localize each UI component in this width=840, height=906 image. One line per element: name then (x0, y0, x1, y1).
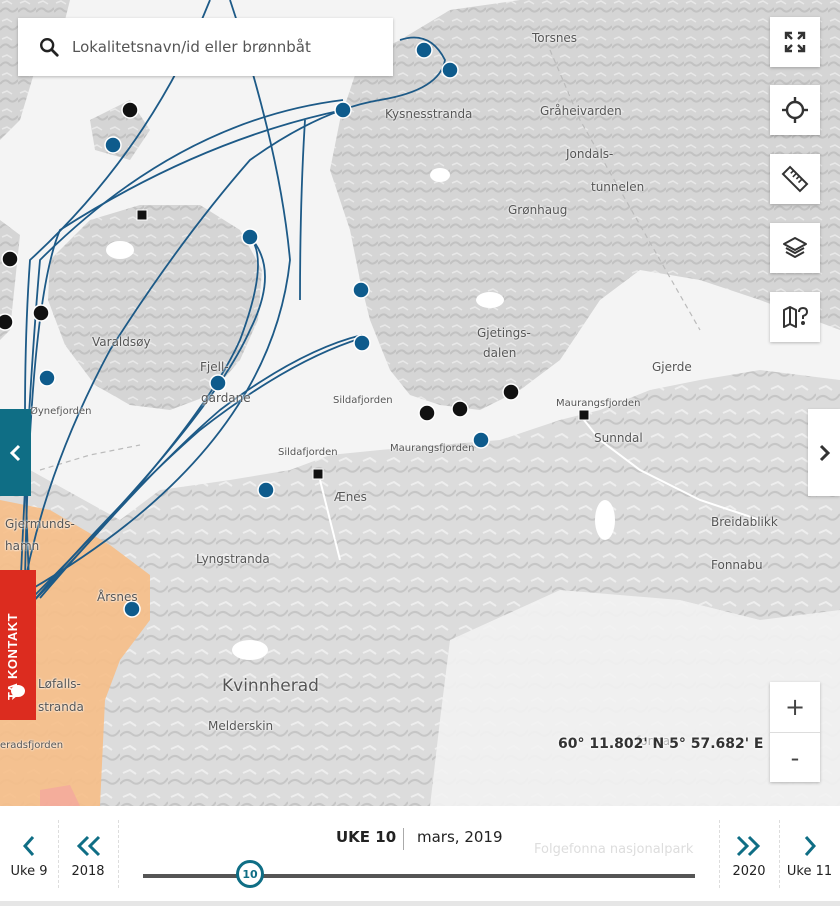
label-aenes: Ænes (334, 490, 367, 504)
prev-year-button[interactable]: 2018 (58, 834, 118, 879)
chevron-left-icon (9, 444, 20, 461)
contact-tab[interactable]: TA KONTAKT (0, 570, 36, 720)
label-varaldsoy: Varaldsøy (92, 335, 151, 349)
label-gjerde: Gjerde (652, 360, 692, 374)
label-lofalls: Løfalls- (38, 677, 81, 691)
label-maurangsfjorden-2: Maurangsfjorden (390, 443, 475, 454)
label-graheivarden: Gråheivarden (540, 104, 622, 118)
label-melderskin: Melderskin (208, 719, 274, 733)
label-kysnesstranda: Kysnesstranda (385, 107, 473, 121)
label-gjermunds: Gjermunds- (5, 517, 75, 531)
chevron-right-icon (804, 836, 816, 856)
current-month: mars, 2019 (417, 828, 503, 846)
prev-week-button[interactable]: Uke 9 (0, 834, 58, 879)
chevron-right-icon (819, 444, 831, 461)
label-gronhaug: Grønhaug (508, 203, 568, 217)
label-sildafjorden-2: Sildafjorden (278, 447, 338, 458)
current-week: UKE 10 (336, 828, 397, 846)
chat-bubble-icon (11, 685, 25, 700)
layers-button[interactable] (770, 223, 820, 273)
chevron-left-icon (22, 836, 35, 856)
fullscreen-button[interactable] (770, 17, 820, 67)
label-gardane: gardane (201, 391, 251, 405)
label-stranda: stranda (38, 700, 84, 714)
next-year-button[interactable]: 2020 (719, 834, 779, 879)
week-slider-thumb[interactable]: 10 (236, 860, 264, 888)
label-eradsfjorden: eradsfjorden (0, 740, 64, 751)
zoom-out-button[interactable]: - (770, 733, 820, 783)
label-arsnes: Årsnes (97, 590, 138, 604)
search-bar[interactable] (18, 18, 393, 76)
label-hamn: hamn (5, 539, 40, 553)
cursor-coordinates: 60° 11.802' N 5° 57.682' E (558, 736, 764, 752)
label-gjetings: Gjetings- (477, 326, 531, 340)
search-icon (40, 38, 59, 57)
crosshair-icon (782, 97, 808, 123)
next-year-label: 2020 (732, 864, 766, 879)
ruler-icon (781, 165, 809, 193)
label-breidablikk: Breidablikk (711, 515, 778, 529)
label-dalen: dalen (483, 346, 517, 360)
label-folgefonna: Folgefonna nasjonalpark (534, 842, 694, 857)
label-maurangsfjorden-1: Maurangsfjorden (556, 398, 641, 409)
label-torsnes: Torsnes (532, 31, 578, 45)
label-fonnabu: Fonnabu (711, 558, 763, 572)
locate-button[interactable] (770, 85, 820, 135)
timeline-bar: Uke 9 2018 UKE 10 mars, 2019 10 2020 Uke… (0, 806, 840, 901)
next-week-label: Uke 11 (786, 864, 833, 879)
label-oynefjorden: Øynefjorden (30, 406, 92, 417)
open-right-panel-button[interactable] (808, 409, 840, 496)
zoom-in-button[interactable]: + (770, 682, 820, 733)
map-help-button[interactable] (770, 292, 820, 342)
next-week-button[interactable]: Uke 11 (779, 834, 840, 879)
prev-year-label: 2018 (71, 864, 105, 879)
map-canvas[interactable]: Torsnes Kysnesstranda Gråheivarden Jonda… (0, 0, 840, 901)
map-help-icon (783, 306, 808, 328)
double-chevron-left-icon (76, 835, 101, 857)
measure-button[interactable] (770, 154, 820, 204)
label-jondals: Jondals- (566, 147, 614, 161)
layers-icon (783, 237, 807, 258)
label-kvinnherad: Kvinnherad (222, 676, 319, 696)
prev-week-label: Uke 9 (10, 864, 48, 879)
label-sunndal: Sunndal (594, 431, 643, 445)
double-chevron-right-icon (736, 835, 761, 857)
label-fjell: Fjell- (200, 360, 229, 374)
label-lyngstranda: Lyngstranda (196, 552, 270, 566)
week-slider-track[interactable] (143, 874, 695, 878)
fullscreen-icon (784, 31, 806, 53)
label-tunnelen: tunnelen (591, 180, 645, 194)
search-input[interactable] (70, 37, 374, 57)
label-sildafjorden-1: Sildafjorden (333, 395, 393, 406)
open-left-panel-button[interactable] (0, 409, 31, 496)
zoom-control: + - (770, 682, 820, 782)
